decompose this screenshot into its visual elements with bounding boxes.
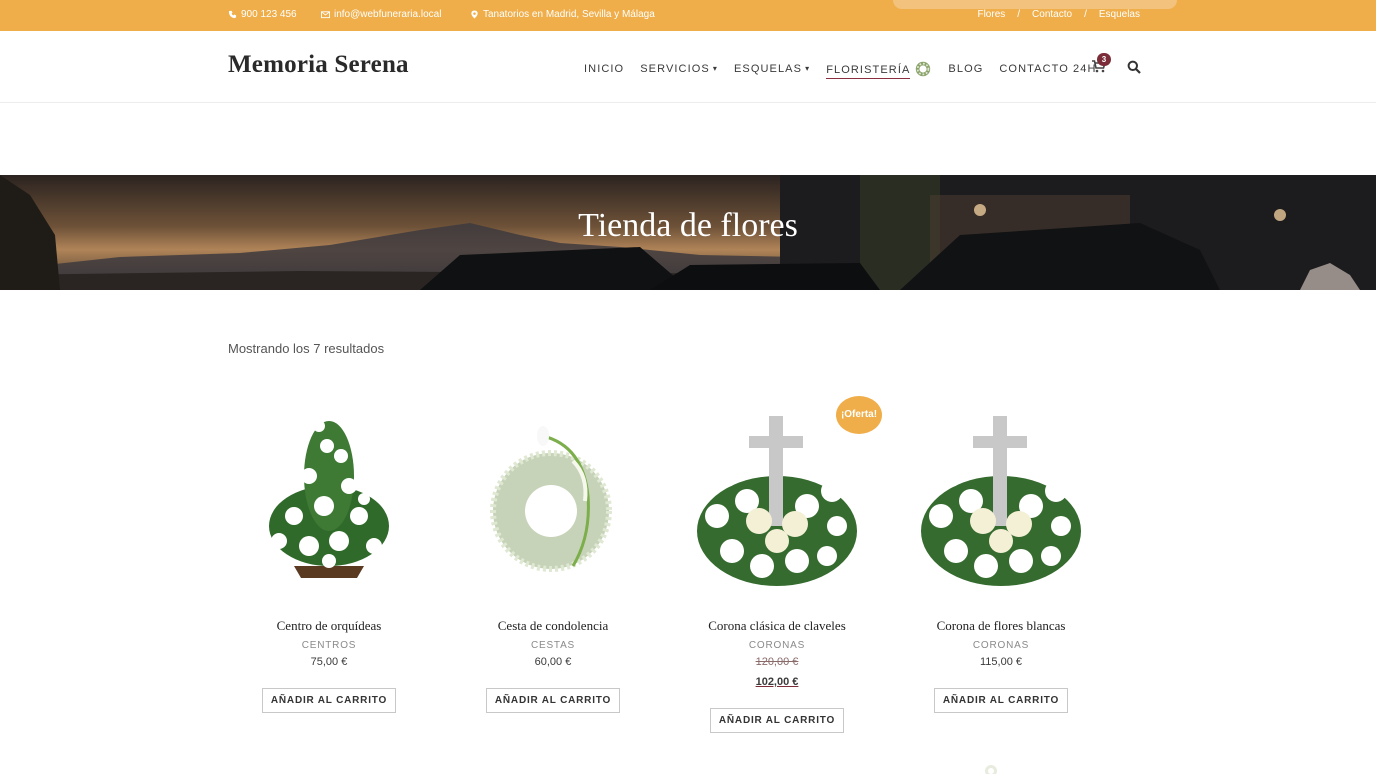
caret-down-icon: ▾ (805, 64, 811, 73)
main-nav: INICIO SERVICIOS ▾ ESQUELAS ▾ FLORISTERÍA … (584, 60, 1113, 79)
envelope-icon (321, 11, 330, 19)
add-to-cart-button[interactable]: AÑADIR AL CARRITO (709, 708, 845, 733)
product-category[interactable]: CORONAS (911, 640, 1091, 651)
product-sale-price: 102,00 € (755, 676, 799, 688)
map-marker-icon (471, 10, 478, 19)
hero-banner: Tienda de flores (0, 175, 1376, 290)
next-product-image-peek (985, 765, 997, 774)
location-text: Tanatorios en Madrid, Sevilla y Málaga (483, 9, 655, 20)
product-image[interactable] (239, 406, 419, 606)
product-name[interactable]: Corona de flores blancas (911, 618, 1091, 634)
product-category[interactable]: CORONAS (687, 640, 867, 651)
top-bar: 900 123 456 info@webfuneraria.local Tana… (0, 0, 1376, 31)
top-link-contacto[interactable]: Contacto (1032, 9, 1072, 20)
product-price: 120,00 € 102,00 € (687, 656, 867, 688)
nav-label: SERVICIOS (640, 63, 710, 75)
email-contact[interactable]: info@webfuneraria.local (321, 9, 441, 20)
top-link-esquelas[interactable]: Esquelas (1099, 9, 1140, 20)
add-to-cart-button[interactable]: AÑADIR AL CARRITO (485, 688, 621, 713)
nav-item-inicio[interactable]: INICIO (584, 63, 624, 75)
nav-item-blog[interactable]: BLOG (948, 63, 983, 75)
top-bar-tab (893, 0, 1177, 9)
product-image[interactable] (687, 406, 867, 606)
product-old-price: 120,00 € (755, 656, 799, 668)
top-links: Flores / Contacto / Esquelas (977, 9, 1140, 20)
product-name[interactable]: Centro de orquídeas (239, 618, 419, 634)
top-link-flores[interactable]: Flores (977, 9, 1005, 20)
product-name[interactable]: Corona clásica de claveles (687, 618, 867, 634)
product-name[interactable]: Cesta de condolencia (463, 618, 643, 634)
product-category[interactable]: CESTAS (463, 640, 643, 651)
wreath-icon (916, 61, 931, 77)
nav-item-servicios[interactable]: SERVICIOS ▾ (640, 63, 718, 75)
site-header: Memoria Serena INICIO SERVICIOS ▾ ESQUELA… (0, 31, 1376, 103)
product-price: 115,00 € (979, 656, 1022, 668)
product-card: Centro de orquídeas CENTROS 75,00 € AÑAD… (239, 406, 419, 713)
phone-contact[interactable]: 900 123 456 (228, 9, 297, 20)
cart-count-badge: 3 (1097, 53, 1111, 66)
nav-label: BLOG (948, 63, 984, 75)
product-card: Cesta de condolencia CESTAS 60,00 € AÑAD… (463, 406, 643, 713)
nav-item-esquelas[interactable]: ESQUELAS ▾ (734, 63, 810, 75)
caret-down-icon: ▾ (712, 64, 718, 73)
product-image[interactable] (911, 406, 1091, 606)
results-count: Mostrando los 7 resultados (228, 341, 385, 356)
product-card: Corona de flores blancas CORONAS 115,00 … (911, 406, 1091, 713)
site-logo[interactable]: Memoria Serena (228, 51, 409, 79)
page-title: Tienda de flores (578, 207, 798, 244)
nav-item-contacto[interactable]: CONTACTO 24H (999, 63, 1096, 75)
email-text: info@webfuneraria.local (334, 9, 442, 20)
add-to-cart-button[interactable]: AÑADIR AL CARRITO (933, 688, 1069, 713)
nav-label: INICIO (584, 63, 625, 75)
product-category[interactable]: CENTROS (239, 640, 419, 651)
product-price: 60,00 € (534, 656, 572, 668)
sale-badge: ¡Oferta! (836, 396, 882, 434)
product-image[interactable] (463, 406, 643, 606)
phone-text: 900 123 456 (241, 9, 297, 20)
divider: / (1017, 9, 1021, 20)
location-info: Tanatorios en Madrid, Sevilla y Málaga (470, 9, 655, 20)
add-to-cart-button[interactable]: AÑADIR AL CARRITO (261, 688, 397, 713)
nav-label: FLORISTERÍA (826, 64, 911, 79)
nav-label: ESQUELAS (733, 63, 803, 75)
nav-item-floristeria[interactable]: FLORISTERÍA (826, 60, 932, 79)
nav-label: CONTACTO 24H (999, 63, 1097, 75)
search-icon[interactable] (1127, 60, 1141, 74)
divider: / (1084, 9, 1087, 20)
product-card: Corona clásica de claveles CORONAS 120,0… (687, 406, 867, 733)
product-price: 75,00 € (310, 656, 348, 668)
phone-icon (228, 10, 237, 19)
